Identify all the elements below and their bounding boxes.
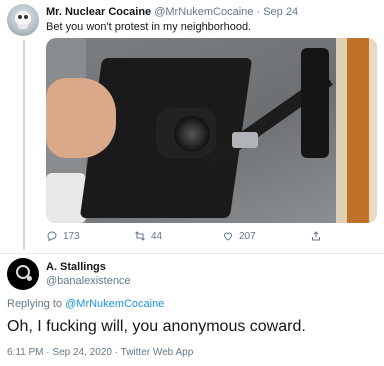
avatar[interactable]: [7, 4, 39, 36]
retweet-count: 44: [151, 230, 163, 242]
reply-icon: [47, 231, 57, 242]
display-name[interactable]: Mr. Nuclear Cocaine: [46, 6, 151, 18]
tweet-actions: 173 44 207: [46, 230, 346, 246]
replying-to: Replying to @MrNukemCocaine: [7, 298, 164, 310]
tweet-metadata: 6:11 PM · Sep 24, 2020 · Twitter Web App: [7, 347, 193, 358]
user-handle[interactable]: @banalexistence: [46, 275, 131, 287]
retweet-button[interactable]: 44: [134, 230, 162, 242]
tweet-date[interactable]: Sep 24, 2020: [52, 347, 112, 358]
replying-prefix: Replying to: [7, 298, 63, 310]
tweet-date[interactable]: Sep 24: [263, 6, 298, 18]
share-icon: [312, 231, 320, 241]
tweet-header: Mr. Nuclear Cocaine @MrNukemCocaine · Se…: [46, 6, 298, 18]
reply-count: 173: [63, 230, 80, 242]
retweet-icon: [135, 231, 145, 241]
display-name[interactable]: A. Stallings: [46, 261, 106, 273]
avatar[interactable]: [7, 258, 39, 290]
tweet-source[interactable]: Twitter Web App: [121, 347, 194, 358]
reply-text: Oh, I fucking will, you anonymous coward…: [7, 318, 306, 335]
tweet-text: Bet you won't protest in my neighborhood…: [46, 21, 252, 33]
separator: ·: [46, 347, 50, 358]
like-button[interactable]: 207: [222, 230, 256, 242]
tweet-time[interactable]: 6:11 PM: [7, 347, 44, 358]
separator: ·: [256, 6, 261, 18]
user-handle[interactable]: @MrNukemCocaine: [154, 6, 253, 18]
reply-button[interactable]: 173: [46, 230, 80, 242]
like-icon: [223, 232, 233, 241]
replying-to-link[interactable]: @MrNukemCocaine: [65, 298, 164, 310]
share-button[interactable]: [310, 230, 322, 242]
like-count: 207: [239, 230, 256, 242]
tweet-photo[interactable]: [46, 38, 377, 223]
original-tweet[interactable]: Mr. Nuclear Cocaine @MrNukemCocaine · Se…: [0, 0, 384, 253]
separator: ·: [114, 347, 119, 358]
divider: [0, 253, 384, 254]
